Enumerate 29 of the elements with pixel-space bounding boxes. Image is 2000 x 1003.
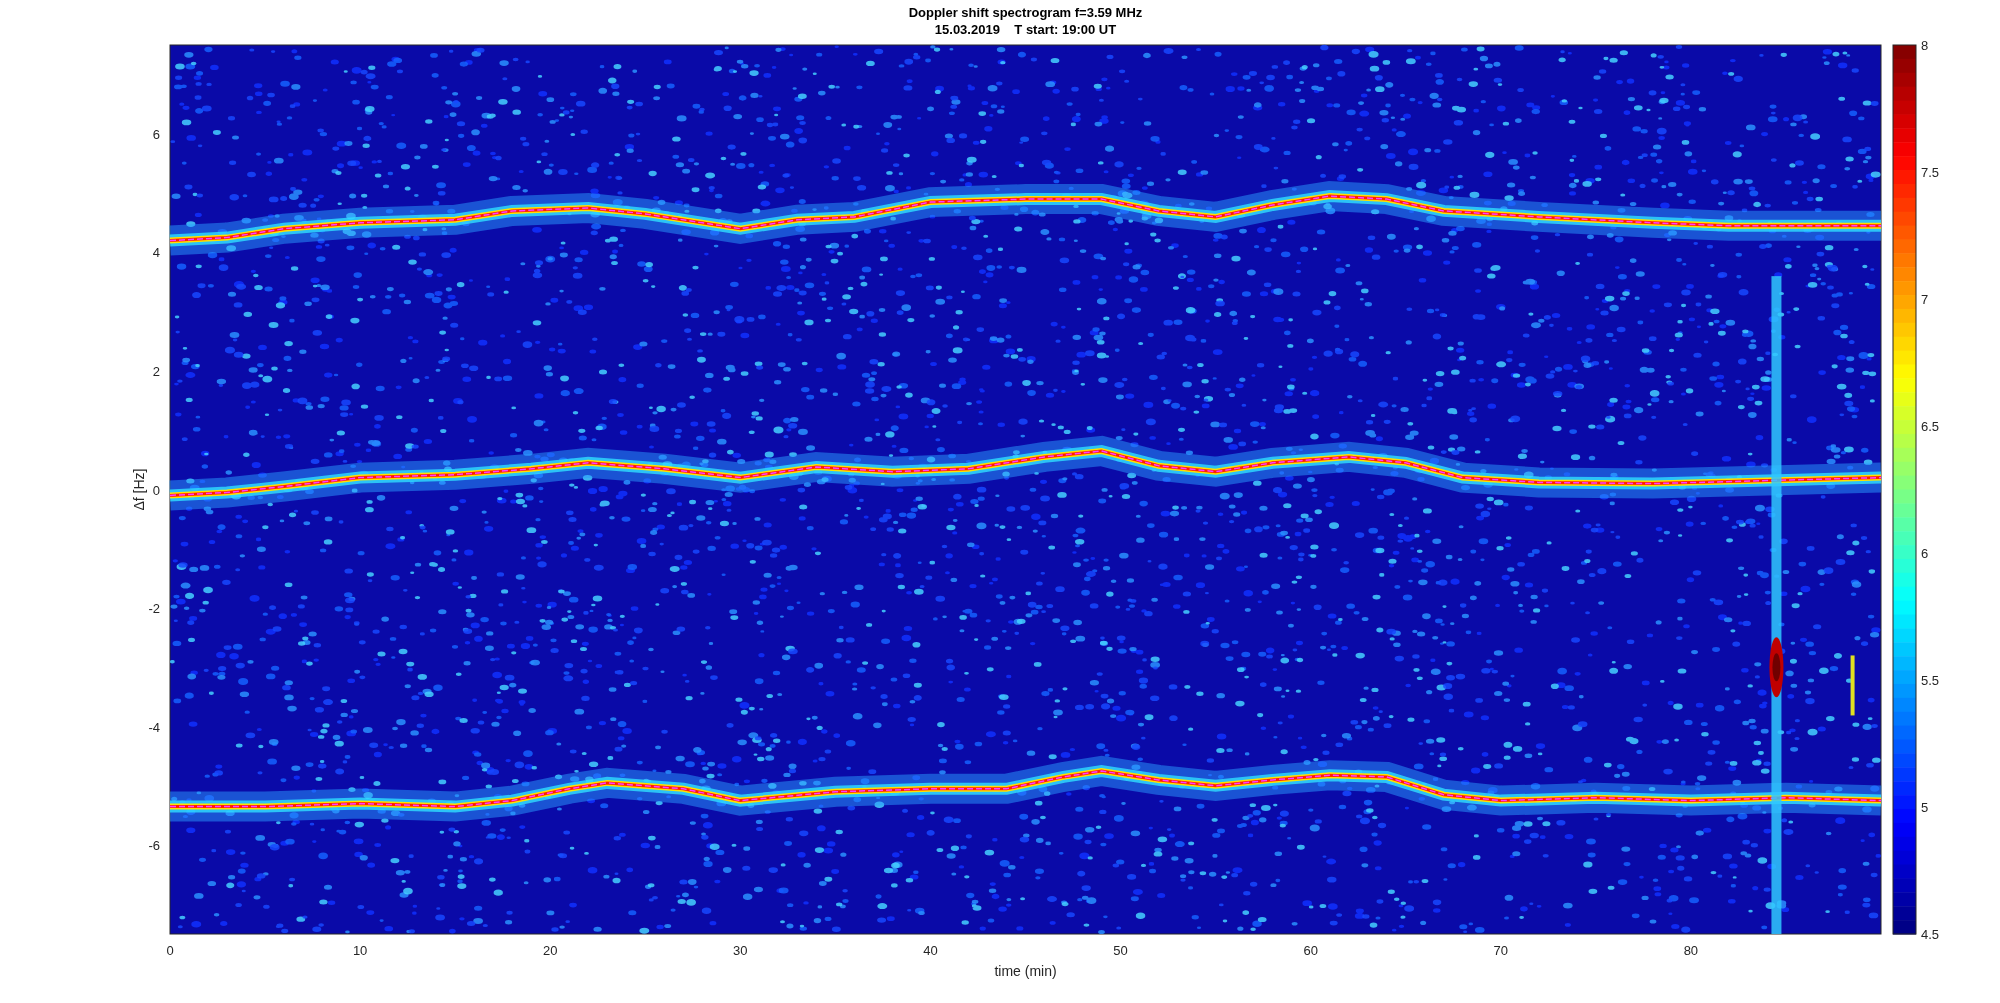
colorbar-tick-label: 5.5 xyxy=(1921,673,1940,688)
x-tick-label: 50 xyxy=(1113,943,1128,958)
x-axis-title: time (min) xyxy=(994,963,1057,979)
x-tick-label: 60 xyxy=(1303,943,1318,958)
figure-title: 15.03.2019 T start: 19:00 UT xyxy=(934,22,1117,37)
y-tick-label: 2 xyxy=(152,363,160,379)
y-tick-label: -2 xyxy=(148,601,160,617)
figure-title: Doppler shift spectrogram f=3.59 MHz xyxy=(908,5,1143,20)
x-tick-label: 20 xyxy=(543,943,558,958)
y-tick-label: 6 xyxy=(152,126,160,142)
colorbar-tick-label: 7.5 xyxy=(1921,165,1940,180)
colorbar-tick-label: 5 xyxy=(1921,800,1929,815)
colorbar-tick-label: 6 xyxy=(1921,546,1929,561)
colorbar-tick-label: 4.5 xyxy=(1921,927,1940,942)
colorbar-tick-label: 8 xyxy=(1921,38,1929,53)
y-tick-label: -4 xyxy=(148,719,160,735)
x-tick-label: 80 xyxy=(1683,943,1699,958)
signal-spot xyxy=(1769,637,1784,698)
x-tick-label: 30 xyxy=(733,943,748,958)
colorbar-tick-label: 7 xyxy=(1921,292,1929,307)
x-tick-label: 70 xyxy=(1493,943,1508,958)
y-tick-label: 4 xyxy=(152,245,160,261)
x-tick-label: 0 xyxy=(166,943,174,958)
x-tick-label: 10 xyxy=(352,943,368,958)
y-axis-title: Δf [Hz] xyxy=(131,468,147,511)
x-tick-label: 40 xyxy=(923,943,938,958)
y-tick-label: -6 xyxy=(148,838,160,854)
y-tick-label: 0 xyxy=(152,482,160,498)
colorbar-tick-label: 6.5 xyxy=(1921,419,1940,434)
